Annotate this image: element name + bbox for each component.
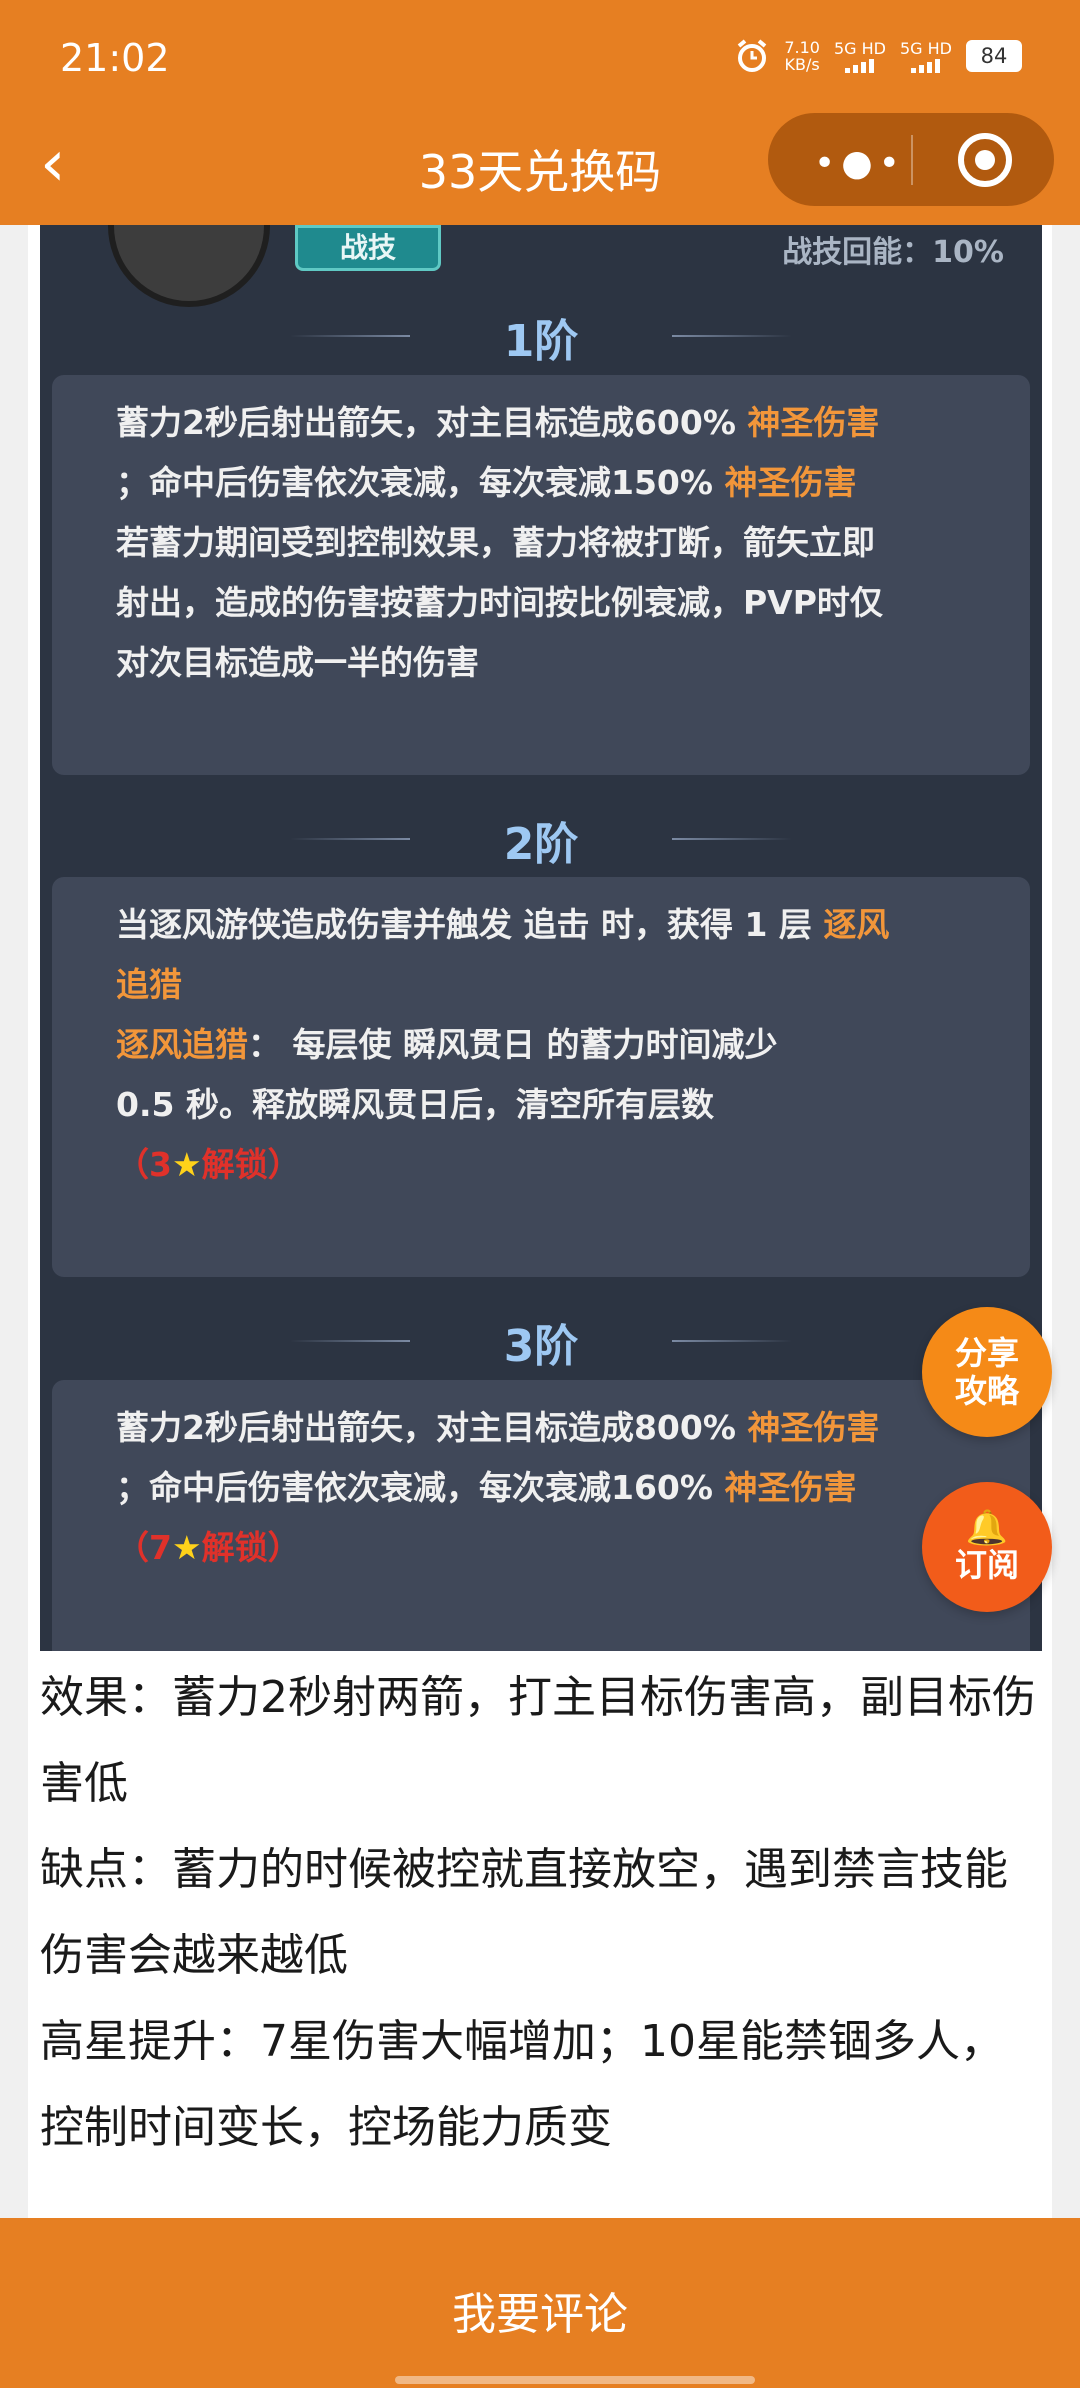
tier-3-heading: 3阶 [40,1310,1042,1374]
title-bar: ‹ 33天兑换码 •●• [0,110,1080,225]
article-body: 效果：蓄力2秒射两箭，打主目标伤害高，副目标伤害低 缺点：蓄力的时候被控就直接放… [40,1655,1042,2171]
mini-program-capsule: •●• [768,113,1054,206]
share-guide-button[interactable]: 分享 攻略 [922,1307,1052,1437]
comment-button[interactable]: 我要评论 [0,2278,1080,2342]
capsule-divider [911,135,913,185]
tier-3-panel: 蓄力2秒后射出箭矢，对主目标造成800% 神圣伤害 ；命中后伤害依次衰减，每次衰… [52,1380,1030,1651]
tier-1-line: 若蓄力期间受到控制效果，蓄力将被打断，箭矢立即 [116,523,875,562]
tier-2-line: 0.5 秒。释放瞬风贯日后，清空所有层数 [116,1085,714,1124]
status-icons: 7.10 KB/s 5G HD 5G HD 84 [734,38,1022,74]
effect-paragraph: 效果：蓄力2秒射两箭，打主目标伤害高，副目标伤害低 [40,1672,1036,1809]
tier-1-line: 射出，造成的伤害按蓄力时间按比例衰减，PVP时仅 [116,583,883,622]
tier-1-line: ；命中后伤害依次衰减，每次衰减150% 神圣伤害 [116,463,857,502]
status-bar: 21:02 7.10 KB/s 5G HD 5G HD 84 [0,0,1080,110]
tier-1-heading: 1阶 [40,305,1042,369]
target-icon[interactable] [958,133,1012,187]
tier-2-panel: 当逐风游侠造成伤害并触发 追击 时，获得 1 层 逐风 追猎 逐风追猎： 每层使… [52,877,1030,1277]
game-screenshot: 战技 战技回能：10% 1阶 蓄力2秒后射出箭矢，对主目标造成600% 神圣伤害… [40,225,1042,1651]
skill-type-badge: 战技 [295,225,441,271]
battery-icon: 84 [966,40,1022,72]
tier-1-panel: 蓄力2秒后射出箭矢，对主目标造成600% 神圣伤害 ；命中后伤害依次衰减，每次衰… [52,375,1030,775]
signal-sim2: 5G HD [900,40,952,73]
weakness-paragraph: 缺点：蓄力的时候被控就直接放空，遇到禁言技能伤害会越来越低 [40,1844,1008,1981]
clock: 21:02 [60,36,170,80]
upgrade-paragraph: 高星提升：7星伤害大幅增加；10星能禁锢多人，控制时间变长，控场能力质变 [40,2016,1004,2153]
tier-2-line: 逐风追猎： 每层使 瞬风贯日 的蓄力时间减少 [116,1025,778,1064]
tier-2-line: 当逐风游侠造成伤害并触发 追击 时，获得 1 层 逐风 [116,905,890,944]
skill-energy: 战技回能：10% [782,235,1004,270]
star-icon: ★ [171,1145,202,1184]
signal-sim1: 5G HD [834,40,886,73]
skill-avatar [108,225,270,307]
tier-3-line: 蓄力2秒后射出箭矢，对主目标造成800% 神圣伤害 [116,1408,880,1447]
more-dots-icon[interactable]: •●• [814,143,906,184]
subscribe-button[interactable]: 🔔 订阅 [922,1482,1052,1612]
unlock-label: （7★解锁） [116,1528,301,1567]
tier-1-line: 蓄力2秒后射出箭矢，对主目标造成600% 神圣伤害 [116,403,880,442]
star-icon: ★ [171,1528,202,1567]
home-indicator [395,2376,755,2384]
subscribe-label: 订阅 [954,1546,1019,1584]
tier-2-heading: 2阶 [40,808,1042,872]
network-speed: 7.10 KB/s [784,38,820,74]
bottom-bar: 我要评论 [0,2218,1080,2388]
article-card: 战技 战技回能：10% 1阶 蓄力2秒后射出箭矢，对主目标造成600% 神圣伤害… [28,225,1052,2225]
bell-icon: 🔔 [965,1508,1009,1548]
unlock-label: （3★解锁） [116,1145,301,1184]
alarm-icon [738,39,767,72]
share-guide-label: 分享 攻略 [954,1334,1019,1410]
tier-1-line: 对次目标造成一半的伤害 [116,643,479,682]
tier-3-line: ；命中后伤害依次衰减，每次衰减160% 神圣伤害 [116,1468,857,1507]
tier-2-line: 追猎 [116,965,182,1004]
